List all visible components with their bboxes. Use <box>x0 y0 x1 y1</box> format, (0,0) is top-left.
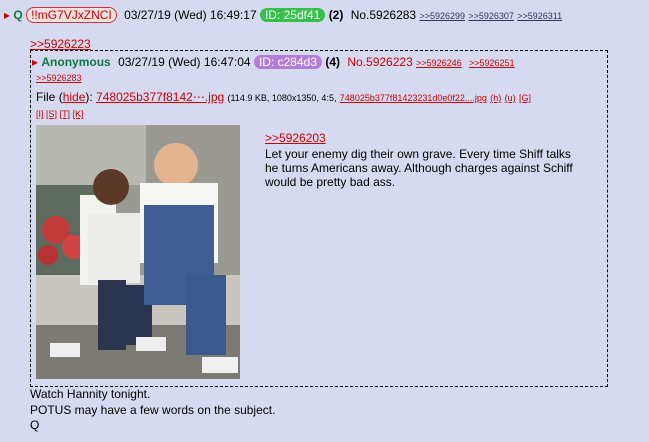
post-message: Let your enemy dig their own grave. Ever… <box>265 147 573 189</box>
hide-image-link[interactable]: hide <box>63 90 86 104</box>
quoted-post-header: ▸ Anonymous 03/27/19 (Wed) 16:47:04 ID: … <box>32 55 515 69</box>
backlink[interactable]: >>5926283 <box>36 73 82 83</box>
backlink[interactable]: >>5926251 <box>469 58 515 68</box>
file-action-g[interactable]: [G] <box>519 93 531 103</box>
post-count: (4) <box>325 55 341 69</box>
backlink[interactable]: >>5926311 <box>517 11 562 21</box>
file-action-t[interactable]: [T] <box>60 109 71 119</box>
post-datetime: 03/27/19 (Wed) 16:47:04 <box>118 55 251 69</box>
post-count: (2) <box>328 8 344 22</box>
file-info: File (hide): 748025b377f8142⋯.jpg (114.9… <box>36 90 531 104</box>
file-label: File <box>36 90 56 104</box>
tripcode-badge: !!mG7VJxZNCI <box>26 7 117 23</box>
poster-name: Anonymous <box>41 55 111 69</box>
file-action-k[interactable]: [K] <box>73 109 84 119</box>
file-actions-row: [I] [S] [T] [K] <box>36 109 84 119</box>
post-number[interactable]: No.5926283 <box>351 8 416 22</box>
quote-link[interactable]: >>5926223 <box>30 37 91 51</box>
attached-photo[interactable] <box>36 125 240 379</box>
backlink[interactable]: >>5926246 <box>416 58 462 68</box>
backlink[interactable]: >>5926299 <box>419 11 465 21</box>
post-signature: Q <box>30 418 40 432</box>
quote-link[interactable]: >>5926203 <box>265 131 326 145</box>
backlink[interactable]: >>5926307 <box>468 11 514 21</box>
file-action-u[interactable]: (u) <box>505 93 516 103</box>
file-full-name-link[interactable]: 748025b377f81423231d0e0f22....jpg <box>340 93 487 103</box>
file-meta: (114.9 KB, 1080x1350, 4:5, <box>227 93 337 103</box>
photo-illustration <box>36 125 240 379</box>
poster-id-badge[interactable]: ID: c284d3 <box>253 55 322 69</box>
paren: ): <box>85 90 93 104</box>
post-number[interactable]: No.5926223 <box>347 55 412 69</box>
poster-name: Q <box>13 8 23 22</box>
expand-arrow-icon[interactable]: ▸ <box>4 8 10 22</box>
post-datetime: 03/27/19 (Wed) 16:49:17 <box>124 8 257 22</box>
post-message-line: POTUS may have a few words on the subjec… <box>30 403 276 417</box>
poster-id-badge[interactable]: ID: 25df41 <box>259 8 326 22</box>
file-action-s[interactable]: [S] <box>46 109 57 119</box>
file-action-h[interactable]: (h) <box>490 93 501 103</box>
main-post-header: ▸ Q !!mG7VJxZNCI 03/27/19 (Wed) 16:49:17… <box>4 7 562 23</box>
file-name-link[interactable]: 748025b377f8142⋯.jpg <box>96 90 224 104</box>
file-action-i[interactable]: [I] <box>36 109 44 119</box>
expand-arrow-icon[interactable]: ▸ <box>32 55 38 69</box>
post-message-line: Watch Hannity tonight. <box>30 387 151 401</box>
